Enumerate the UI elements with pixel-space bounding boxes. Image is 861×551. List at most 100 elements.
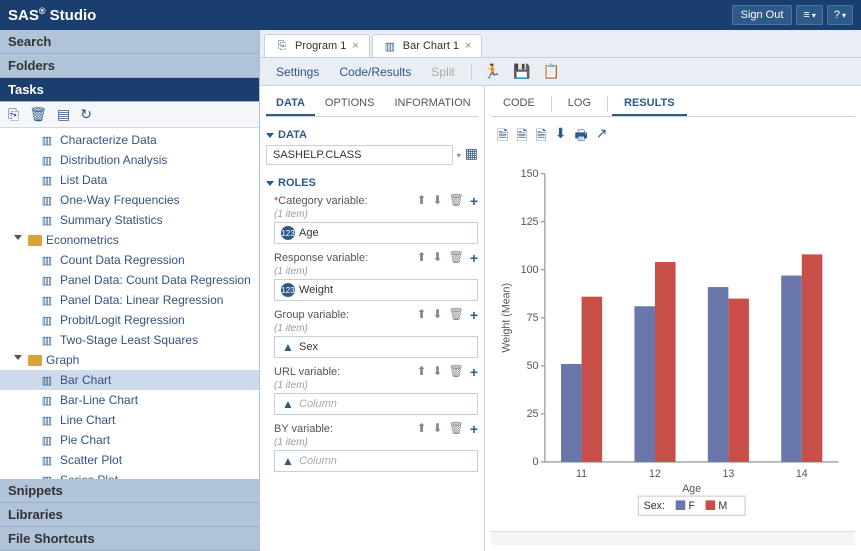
tree-item[interactable]: ▥Characterize Data — [0, 130, 259, 150]
accordion-search[interactable]: Search — [0, 30, 259, 54]
move-up-icon[interactable]: ⬆ — [416, 421, 426, 437]
role-label-row: URL variable:⬆⬇🗑+ — [266, 364, 478, 380]
result-download-icon[interactable]: ⬇ — [555, 125, 567, 149]
add-role-icon[interactable]: + — [470, 364, 478, 380]
role-value[interactable]: ▲Sex — [274, 336, 478, 358]
task-new-icon[interactable]: ⎘ — [8, 106, 19, 123]
result-newwin-icon[interactable]: ↗ — [596, 125, 608, 149]
role-block: BY variable:⬆⬇🗑+(1 item)▲Column — [266, 421, 478, 472]
run-icon[interactable]: 🏃 — [480, 61, 505, 82]
role-placeholder[interactable]: ▲Column — [274, 450, 478, 472]
delete-role-icon[interactable]: 🗑 — [449, 193, 464, 209]
section-roles[interactable]: ROLES — [266, 173, 478, 193]
svg-text:12: 12 — [649, 468, 661, 480]
settings-button[interactable]: Settings — [268, 62, 327, 82]
delete-role-icon[interactable]: 🗑 — [449, 421, 464, 437]
tab-close-icon[interactable]: × — [465, 40, 471, 52]
tree-item[interactable]: ▥Bar Chart — [0, 370, 259, 390]
task-icon: ▥ — [40, 313, 54, 327]
app-header: SAS® Studio Sign Out ≡ ▾ ? ▾ — [0, 0, 861, 30]
editor-tab[interactable]: ⎘Program 1× — [264, 34, 370, 57]
tree-item-label: Panel Data: Count Data Regression — [60, 273, 251, 287]
add-role-icon[interactable]: + — [470, 307, 478, 323]
tab-log[interactable]: LOG — [556, 92, 603, 116]
delete-role-icon[interactable]: 🗑 — [449, 364, 464, 380]
tree-folder[interactable]: Econometrics — [0, 230, 259, 250]
accordion-snippets[interactable]: Snippets — [0, 479, 259, 503]
tree-item[interactable]: ▥Distribution Analysis — [0, 150, 259, 170]
accordion-libraries[interactable]: Libraries — [0, 503, 259, 527]
tree-item[interactable]: ▥Count Data Regression — [0, 250, 259, 270]
tree-item[interactable]: ▥Panel Data: Count Data Regression — [0, 270, 259, 290]
result-icon-1[interactable]: 🗎 — [497, 125, 508, 149]
move-up-icon[interactable]: ⬆ — [416, 364, 426, 380]
add-role-icon[interactable]: + — [470, 250, 478, 266]
task-delete-icon[interactable]: 🗑 — [29, 106, 47, 123]
tree-item[interactable]: ▥Probit/Logit Regression — [0, 310, 259, 330]
move-up-icon[interactable]: ⬆ — [416, 307, 426, 323]
add-role-icon[interactable]: + — [470, 193, 478, 209]
role-label: Category variable: — [278, 195, 367, 207]
move-down-icon[interactable]: ⬇ — [433, 421, 443, 437]
accordion-folders[interactable]: Folders — [0, 54, 259, 78]
tree-item[interactable]: ▥Line Chart — [0, 410, 259, 430]
accordion-tasks[interactable]: Tasks — [0, 78, 259, 102]
delete-role-icon[interactable]: 🗑 — [449, 307, 464, 323]
role-value[interactable]: 123Weight — [274, 279, 478, 301]
horizontal-scrollbar[interactable] — [491, 531, 855, 545]
role-block: *Category variable:⬆⬇🗑+(1 item)123Age — [266, 193, 478, 244]
move-down-icon[interactable]: ⬇ — [433, 193, 443, 209]
tab-results[interactable]: RESULTS — [612, 92, 687, 116]
tree-item[interactable]: ▥Summary Statistics — [0, 210, 259, 230]
save-icon[interactable]: 💾 — [509, 61, 534, 82]
signout-button[interactable]: Sign Out — [732, 5, 793, 25]
tree-item[interactable]: ▥Pie Chart — [0, 430, 259, 450]
data-source-select[interactable]: SASHELP.CLASS — [266, 145, 453, 165]
split-button[interactable]: Split — [423, 62, 462, 82]
accordion-shortcuts[interactable]: File Shortcuts — [0, 527, 259, 551]
tab-close-icon[interactable]: × — [352, 40, 358, 52]
help-button[interactable]: ? ▾ — [827, 5, 853, 25]
browse-data-icon[interactable]: ▦ — [465, 145, 478, 165]
code-results-button[interactable]: Code/Results — [331, 62, 419, 82]
tree-item-label: Summary Statistics — [60, 213, 163, 227]
result-print-icon[interactable]: 🖶 — [575, 125, 588, 149]
tab-information[interactable]: INFORMATION — [384, 92, 480, 116]
editor-tab[interactable]: ▥Bar Chart 1× — [372, 34, 483, 57]
move-up-icon[interactable]: ⬆ — [416, 193, 426, 209]
move-up-icon[interactable]: ⬆ — [416, 250, 426, 266]
role-value[interactable]: 123Age — [274, 222, 478, 244]
tree-item[interactable]: ▥One-Way Frequencies — [0, 190, 259, 210]
tree-item[interactable]: ▥Bar-Line Chart — [0, 390, 259, 410]
result-icon-2[interactable]: 🗎 — [516, 125, 527, 149]
tab-code[interactable]: CODE — [491, 92, 547, 116]
tab-options[interactable]: OPTIONS — [315, 92, 385, 116]
tree-folder-label: Graph — [46, 353, 79, 367]
bar-chart: 025507510012515011121314AgeWeight (Mean)… — [496, 163, 850, 526]
role-label-row: BY variable: ⬆ ⬇ 🗑 + — [266, 421, 478, 437]
svg-text:14: 14 — [796, 468, 808, 480]
role-label: BY variable: — [274, 423, 333, 435]
tree-item[interactable]: ▥Panel Data: Linear Regression — [0, 290, 259, 310]
results-pane: CODE LOG RESULTS 🗎 🗎 🗎 ⬇ 🖶 ↗ 02550751001… — [485, 86, 861, 551]
move-down-icon[interactable]: ⬇ — [433, 250, 443, 266]
add-role-icon[interactable]: + — [470, 421, 478, 437]
tree-item[interactable]: ▥Scatter Plot — [0, 450, 259, 470]
svg-text:F: F — [688, 500, 695, 512]
delete-role-icon[interactable]: 🗑 — [449, 250, 464, 266]
tree-folder[interactable]: Graph — [0, 350, 259, 370]
task-props-icon[interactable]: ▤ — [57, 106, 70, 123]
task-refresh-icon[interactable]: ↻ — [80, 106, 92, 123]
tree-item[interactable]: ▥Two-Stage Least Squares — [0, 330, 259, 350]
section-data[interactable]: DATA — [266, 125, 478, 145]
move-down-icon[interactable]: ⬇ — [433, 307, 443, 323]
result-icon-3[interactable]: 🗎 — [536, 125, 547, 149]
tab-data[interactable]: DATA — [266, 92, 315, 116]
tree-item[interactable]: ▥List Data — [0, 170, 259, 190]
tree-item[interactable]: ▥Series Plot — [0, 470, 259, 479]
role-placeholder[interactable]: ▲Column — [274, 393, 478, 415]
role-label-row: Response variable:⬆⬇🗑+ — [266, 250, 478, 266]
export-icon[interactable]: 📋 — [539, 61, 564, 82]
menu-button[interactable]: ≡ ▾ — [796, 5, 822, 25]
move-down-icon[interactable]: ⬇ — [433, 364, 443, 380]
